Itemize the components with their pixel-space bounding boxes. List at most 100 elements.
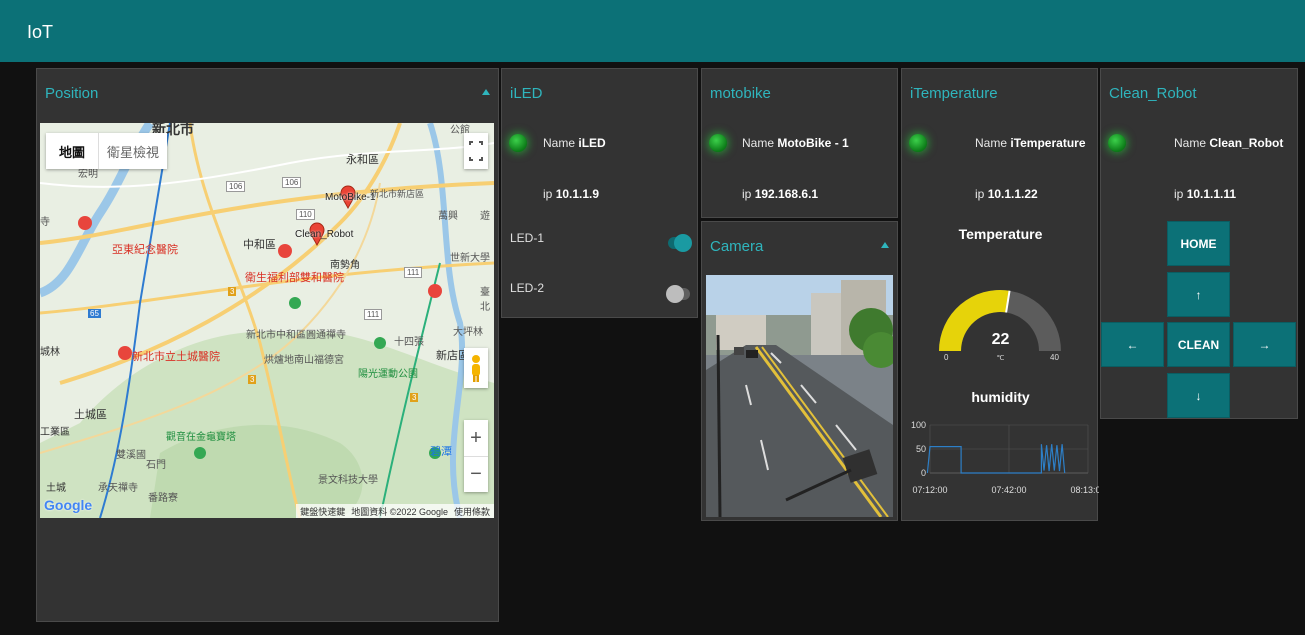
map-type-control: 地圖 衛星檢視 xyxy=(46,133,167,169)
map-label: 寺 xyxy=(40,217,50,228)
map-label: 新北市中和區圓通禪寺 xyxy=(246,330,346,341)
map-label: 陽光運動公園 xyxy=(358,369,418,380)
map-label: 永和區 xyxy=(346,154,379,166)
map-attribution: 鍵盤快速鍵 地圖資料 ©2022 Google 使用條款 xyxy=(296,504,494,518)
motobike-title: motobike xyxy=(710,85,771,102)
itemperature-panel: iTemperature Name iTemperature ip 10.1.1… xyxy=(901,68,1099,521)
left-button[interactable]: ← xyxy=(1101,322,1164,367)
x-tick-label: 07:12:00 xyxy=(912,485,947,495)
road-shield: 106 xyxy=(282,177,302,188)
itemperature-name: Name iTemperature xyxy=(975,136,1086,150)
clean-robot-name: Name Clean_Robot xyxy=(1174,136,1284,150)
google-logo: Google xyxy=(44,497,93,513)
motobike-name: Name MotoBike - 1 xyxy=(742,136,849,150)
status-led-icon xyxy=(709,134,727,152)
map-label: 衛生福利部雙和醫院 xyxy=(245,272,344,284)
map-label: 土城 xyxy=(46,483,66,494)
position-title: Position xyxy=(45,85,99,102)
pegman-icon xyxy=(472,355,480,382)
map-label: 工業區 xyxy=(40,427,70,438)
zoom-out-button[interactable]: − xyxy=(464,456,488,492)
satellite-type-button[interactable]: 衛星檢視 xyxy=(98,133,167,169)
collapse-icon[interactable] xyxy=(881,242,889,248)
map-data-text: 地圖資料 ©2022 Google xyxy=(351,506,448,517)
iled-name: Name iLED xyxy=(543,136,606,150)
road-shield: 3 xyxy=(410,393,419,402)
map-label: 景文科技大學 xyxy=(318,475,378,486)
road-shield: 3 xyxy=(228,287,237,296)
map-label: 烘爐地南山福德宮 xyxy=(264,355,344,366)
collapse-icon[interactable] xyxy=(482,89,490,95)
down-button[interactable]: ↓ xyxy=(1167,373,1230,418)
road-shield: 111 xyxy=(404,267,423,278)
camera-feed xyxy=(706,275,893,517)
itemperature-title: iTemperature xyxy=(910,85,998,102)
map-label: 新北市立土城醫院 xyxy=(132,351,220,363)
led2-label: LED-2 xyxy=(510,281,545,295)
terms-link[interactable]: 使用條款 xyxy=(454,505,490,518)
app-header: IoT xyxy=(0,0,1305,62)
zoom-in-button[interactable]: + xyxy=(464,420,488,456)
led1-toggle[interactable] xyxy=(668,234,692,252)
clean-robot-ip: ip 10.1.1.11 xyxy=(1174,187,1237,201)
temperature-gauge xyxy=(939,290,1061,351)
clean-robot-title: Clean_Robot xyxy=(1109,85,1197,102)
map-label: 石門 xyxy=(146,460,166,471)
map-label: 番路寮 xyxy=(148,493,178,504)
fullscreen-icon xyxy=(469,141,483,161)
keyboard-shortcuts-link[interactable]: 鍵盤快速鍵 xyxy=(300,505,345,518)
iled-panel: iLED Name iLED ip 10.1.1.9 LED-1 LED-2 xyxy=(501,68,698,318)
fullscreen-button[interactable] xyxy=(464,133,488,169)
road-shield: 111 xyxy=(364,309,383,320)
gauge-value: 22 xyxy=(991,331,1010,348)
map-label: 臺北 xyxy=(480,287,490,313)
home-button[interactable]: HOME xyxy=(1167,221,1230,266)
map-label: 雙溪國 xyxy=(116,450,146,461)
map-base xyxy=(40,123,494,518)
gauge-min: 0 xyxy=(944,353,949,362)
status-led-icon xyxy=(909,134,927,152)
map-label: 碧潭 xyxy=(430,446,452,458)
marker-label: Clean_Robot xyxy=(295,229,354,240)
led1-label: LED-1 xyxy=(510,231,545,245)
map-label: 新北市新店區 xyxy=(370,189,425,199)
humidity-chart: 100 50 0 07:12:00 07:42:00 08:13:00 xyxy=(911,420,1099,495)
map-label: 遊 xyxy=(480,211,490,222)
iled-title: iLED xyxy=(510,85,543,102)
clean-button[interactable]: CLEAN xyxy=(1167,322,1230,367)
humidity-series-line xyxy=(926,444,1066,474)
app-title: IoT xyxy=(27,22,54,42)
camera-image xyxy=(706,275,893,517)
status-led-icon xyxy=(1108,134,1126,152)
map-label: 承天禪寺 xyxy=(98,483,138,494)
camera-title: Camera xyxy=(710,238,764,255)
gauge-max: 40 xyxy=(1050,353,1059,362)
y-tick-label: 50 xyxy=(916,444,926,454)
motobike-panel: motobike Name MotoBike - 1 ip 192.168.6.… xyxy=(701,68,898,218)
map-label: 十四張 xyxy=(394,337,424,348)
street-view-button[interactable] xyxy=(464,348,488,388)
motobike-ip: ip 192.168.6.1 xyxy=(742,187,819,201)
map-view[interactable]: 新北市 永和區 中和區 南勢角 亞東紀念醫院 衛生福利部雙和醫院 新北市立土城醫… xyxy=(40,123,494,518)
zoom-control: + − xyxy=(464,420,488,492)
map-type-button[interactable]: 地圖 xyxy=(46,133,98,169)
led2-toggle[interactable] xyxy=(666,285,690,303)
humidity-title: humidity xyxy=(971,389,1030,405)
map-label: 中和區 xyxy=(243,239,276,251)
road-shield: 3 xyxy=(248,375,257,384)
x-tick-label: 07:42:00 xyxy=(991,485,1026,495)
iled-ip: ip 10.1.1.9 xyxy=(543,187,600,201)
road-shield: 106 xyxy=(226,181,246,192)
up-button[interactable]: ↑ xyxy=(1167,272,1230,317)
marker-label: MotoBike-1 xyxy=(325,192,376,203)
x-tick-label: 08:13:00 xyxy=(1070,485,1099,495)
status-led-icon xyxy=(509,134,527,152)
map-label: 觀音在金龜寶塔 xyxy=(166,432,236,443)
map-label: 大坪林 xyxy=(453,327,483,338)
right-button[interactable]: → xyxy=(1233,322,1296,367)
map-label: 世新大學 xyxy=(450,253,490,264)
y-tick-label: 100 xyxy=(911,420,926,430)
y-tick-label: 0 xyxy=(921,468,926,478)
map-label: 土城區 xyxy=(74,409,107,421)
map-label: 城林 xyxy=(40,347,60,358)
